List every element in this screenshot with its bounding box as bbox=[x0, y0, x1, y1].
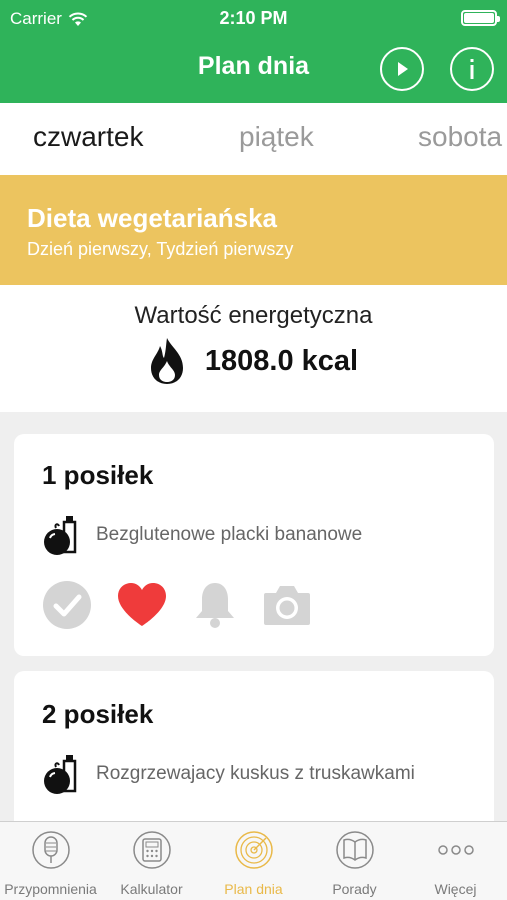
meal-title: 2 posiłek bbox=[42, 699, 154, 729]
calculator-icon bbox=[132, 831, 171, 869]
play-button[interactable] bbox=[380, 47, 424, 91]
tab-reminders[interactable]: Przypomnienia bbox=[0, 822, 101, 900]
energy-label: Wartość energetyczna bbox=[134, 302, 373, 329]
page-title: Plan dnia bbox=[197, 52, 310, 80]
tab-label: Plan dnia bbox=[224, 881, 283, 897]
day-selector: czwartek piątek sobota bbox=[0, 103, 507, 175]
info-icon bbox=[470, 59, 474, 79]
tab-label: Porady bbox=[332, 881, 377, 897]
header-bar: Carrier 2:10 PM Plan dnia bbox=[0, 0, 507, 103]
bell-icon[interactable] bbox=[192, 580, 238, 630]
info-button[interactable] bbox=[450, 47, 494, 91]
status-time: 2:10 PM bbox=[219, 8, 288, 28]
meal-actions bbox=[42, 580, 312, 630]
book-icon bbox=[335, 831, 374, 869]
tab-calculator[interactable]: Kalkulator bbox=[101, 822, 202, 900]
meal-card[interactable]: 2 posiłek Rozgrzewajacy kuskus z truskaw… bbox=[14, 671, 494, 841]
check-circle-icon[interactable] bbox=[42, 580, 92, 630]
tab-label: Kalkulator bbox=[120, 881, 183, 897]
meal-card[interactable]: 1 posiłek Bezglutenowe placki bananowe bbox=[14, 434, 494, 656]
food-icon bbox=[44, 755, 77, 794]
day-tab-thursday[interactable]: czwartek bbox=[33, 121, 143, 153]
diet-title: Dieta wegetariańska bbox=[27, 203, 278, 233]
energy-section: Wartość energetyczna 1808.0 kcal bbox=[0, 285, 507, 412]
day-tab-friday[interactable]: piątek bbox=[239, 121, 314, 153]
diet-banner[interactable]: Dieta wegetariańska Dzień pierwszy, Tydz… bbox=[0, 175, 507, 285]
day-tab-saturday[interactable]: sobota bbox=[418, 121, 502, 153]
tab-tips[interactable]: Porady bbox=[304, 822, 405, 900]
play-icon bbox=[398, 62, 408, 76]
camera-icon[interactable] bbox=[262, 583, 312, 627]
meal-title: 1 posiłek bbox=[42, 460, 154, 490]
tab-label: Więcej bbox=[434, 881, 477, 897]
heart-icon[interactable] bbox=[116, 582, 168, 628]
tab-label: Przypomnienia bbox=[4, 881, 97, 897]
battery-icon bbox=[461, 10, 500, 26]
target-icon bbox=[234, 831, 273, 869]
meal-dish-label: Rozgrzewajacy kuskus z truskawkami bbox=[96, 763, 415, 784]
tab-bar: Przypomnienia Kalkulator Plan dnia Porad… bbox=[0, 821, 507, 900]
tab-day-plan[interactable]: Plan dnia bbox=[203, 822, 304, 900]
meal-dish-label: Bezglutenowe placki bananowe bbox=[96, 524, 363, 545]
status-bar: Carrier 2:10 PM bbox=[0, 0, 507, 36]
meal-dish[interactable]: Bezglutenowe placki bananowe bbox=[42, 514, 362, 556]
food-icon bbox=[44, 516, 77, 555]
meal-dish[interactable]: Rozgrzewajacy kuskus z truskawkami bbox=[42, 753, 415, 795]
microphone-icon bbox=[31, 831, 70, 869]
flame-icon bbox=[150, 338, 183, 384]
energy-value: 1808.0 kcal bbox=[204, 344, 359, 377]
diet-subtitle: Dzień pierwszy, Tydzień pierwszy bbox=[27, 239, 294, 259]
tab-more[interactable]: Więcej bbox=[405, 822, 506, 900]
more-dots-icon bbox=[437, 845, 474, 855]
